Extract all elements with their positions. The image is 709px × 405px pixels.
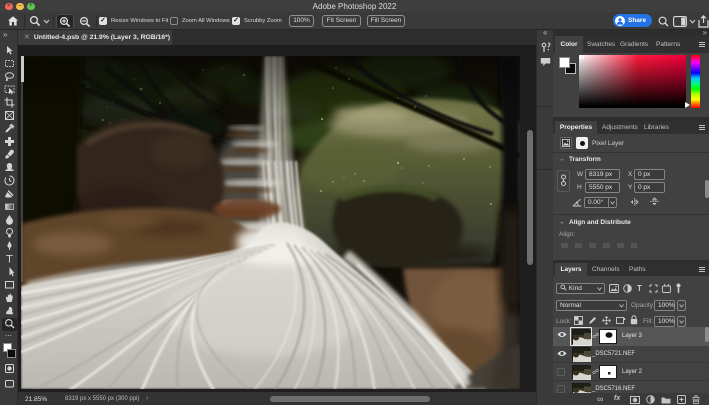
svg-text:T: T: [6, 254, 13, 265]
